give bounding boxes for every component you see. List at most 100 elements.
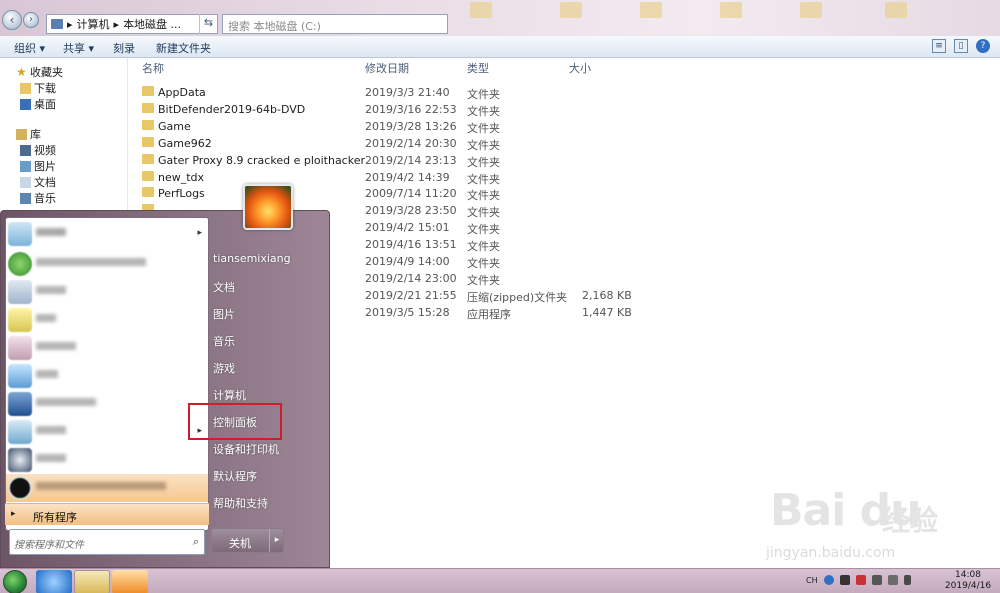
volume-icon[interactable] — [903, 575, 911, 585]
file-row[interactable]: Game962 2019/2/14 20:30 文件夹 — [142, 135, 702, 152]
file-row[interactable]: Gater Proxy 8.9 cracked e ploithacker 201… — [142, 152, 702, 169]
devices-printers-link[interactable]: 设备和打印机 — [213, 441, 279, 457]
desktop-folder-icon — [800, 2, 822, 18]
help-icon[interactable] — [823, 575, 834, 585]
column-header-name[interactable]: 名称 — [142, 60, 164, 78]
refresh-button[interactable]: ⇆ — [199, 14, 217, 34]
videos-icon — [20, 144, 31, 156]
program-icon — [8, 222, 32, 246]
user-name-link[interactable]: tiansemixiang — [213, 252, 291, 265]
shutdown-options-icon[interactable]: ▸ — [269, 529, 284, 552]
desktop-icon — [20, 98, 31, 110]
nav-desktop[interactable]: 桌面 — [20, 96, 56, 112]
music-link[interactable]: 音乐 — [213, 333, 235, 349]
ime-icon[interactable] — [839, 575, 850, 585]
photo-editor-icon — [8, 476, 32, 500]
file-row[interactable]: new_tdx 2019/4/2 14:39 文件夹 — [142, 169, 702, 186]
nav-libraries[interactable]: 库 — [16, 126, 41, 142]
paint-icon — [8, 364, 32, 388]
user-avatar[interactable] — [243, 184, 293, 230]
back-button[interactable]: ‹ — [2, 10, 22, 30]
file-type: 文件夹 — [467, 240, 500, 254]
share-button[interactable]: 共享 ▾ — [63, 40, 94, 56]
documents-link[interactable]: 文档 — [213, 279, 235, 295]
file-type: 文件夹 — [467, 138, 500, 152]
start-orb-button[interactable] — [3, 570, 27, 593]
nav-favorites[interactable]: ★ 收藏夹 — [16, 64, 63, 80]
preview-pane-icon[interactable]: ▯ — [954, 39, 968, 53]
column-header-type[interactable]: 类型 — [467, 60, 489, 78]
pinned-program[interactable]: ▸ — [6, 220, 208, 248]
security-icon[interactable] — [855, 575, 866, 585]
nav-music[interactable]: 音乐 — [20, 190, 56, 206]
start-search-input[interactable]: 搜索程序和文件 ⌕ — [9, 529, 205, 555]
nav-label: 音乐 — [34, 192, 56, 205]
nav-label: 图片 — [34, 160, 56, 173]
sticky-notes-icon — [8, 308, 32, 332]
file-type: 文件夹 — [467, 104, 500, 118]
program-paint[interactable] — [6, 362, 208, 390]
internet-explorer-icon[interactable] — [36, 570, 72, 593]
folder-icon — [142, 170, 154, 181]
file-type: 文件夹 — [467, 121, 500, 135]
nav-documents[interactable]: 文档 — [20, 174, 56, 190]
program-remote-desktop[interactable] — [6, 390, 208, 418]
media-player-icon[interactable] — [112, 570, 148, 593]
folder-icon — [142, 86, 154, 96]
file-explorer-icon[interactable] — [74, 570, 110, 593]
nav-pictures[interactable]: 图片 — [20, 158, 56, 174]
default-programs-link[interactable]: 默认程序 — [213, 468, 257, 484]
breadcrumb-computer[interactable]: 计算机 — [77, 16, 110, 32]
nav-label: 收藏夹 — [30, 66, 63, 79]
view-options-icon[interactable]: ≡ — [932, 39, 946, 53]
file-row[interactable]: AppData 2019/3/3 21:40 文件夹 — [142, 84, 702, 101]
program-photo-editor[interactable] — [6, 474, 208, 502]
file-date: 2019/2/21 21:55 — [365, 288, 457, 302]
games-link[interactable]: 游戏 — [213, 360, 235, 376]
file-date: 2009/7/14 11:20 — [365, 187, 457, 201]
program-sticky-notes[interactable] — [6, 306, 208, 334]
program-wordpad[interactable]: ▸ — [6, 418, 208, 446]
nav-label: 下载 — [34, 82, 56, 95]
device-icon[interactable] — [887, 575, 898, 585]
nav-downloads[interactable]: 下载 — [20, 80, 56, 96]
nav-videos[interactable]: 视频 — [20, 142, 56, 158]
file-name: Gater Proxy 8.9 cracked e ploithacker — [158, 153, 365, 167]
file-row[interactable]: PerfLogs 2009/7/14 11:20 文件夹 — [142, 185, 702, 202]
program-windows-media-center[interactable] — [6, 250, 208, 278]
program-calculator[interactable] — [6, 278, 208, 306]
file-row[interactable]: Game 2019/3/28 13:26 文件夹 — [142, 118, 702, 135]
help-support-link[interactable]: 帮助和支持 — [213, 495, 268, 511]
start-menu-programs-pane: ▸ ▸ — [5, 217, 209, 531]
pictures-icon — [20, 160, 31, 172]
file-type: 文件夹 — [467, 155, 500, 169]
calculator-icon — [8, 280, 32, 304]
forward-button[interactable]: › — [23, 12, 39, 28]
pictures-link[interactable]: 图片 — [213, 306, 235, 322]
desktop-folder-icon — [560, 2, 582, 18]
shutdown-button[interactable]: 关机 ▸ — [211, 528, 284, 553]
network-icon[interactable] — [871, 575, 882, 585]
file-date: 2019/2/14 23:13 — [365, 153, 457, 167]
command-bar: 组织 ▾ 共享 ▾ 刻录 新建文件夹 ≡ ▯ ? — [0, 36, 1000, 58]
nav-label: 文档 — [34, 176, 56, 189]
computer-link[interactable]: 计算机 — [213, 387, 246, 403]
organize-button[interactable]: 组织 ▾ — [14, 40, 45, 56]
language-indicator[interactable]: CH — [806, 576, 818, 585]
program-snipping-tool[interactable] — [6, 334, 208, 362]
search-input[interactable]: 搜索 本地磁盘 (C:) — [222, 14, 448, 34]
all-programs-button[interactable]: ▸ 所有程序 — [5, 503, 209, 525]
desktop-folder-icon — [720, 2, 742, 18]
address-bar[interactable]: ▸ 计算机 ▸ 本地磁盘 ... — [46, 14, 218, 34]
column-header-size[interactable]: 大小 — [569, 60, 591, 78]
breadcrumb-local-disk[interactable]: 本地磁盘 ... — [123, 16, 181, 32]
clock[interactable]: 14:08 2019/4/16 — [940, 570, 996, 592]
burn-button[interactable]: 刻录 — [113, 40, 135, 56]
column-header-date[interactable]: 修改日期 — [365, 60, 409, 78]
file-row[interactable]: BitDefender2019-64b-DVD 2019/3/16 22:53 文件… — [142, 101, 702, 118]
program-magnifier[interactable] — [6, 446, 208, 474]
file-name: new_tdx — [158, 170, 205, 184]
new-folder-button[interactable]: 新建文件夹 — [156, 40, 211, 56]
chevron-down-icon: ▾ — [88, 42, 95, 55]
help-icon[interactable]: ? — [976, 39, 990, 53]
